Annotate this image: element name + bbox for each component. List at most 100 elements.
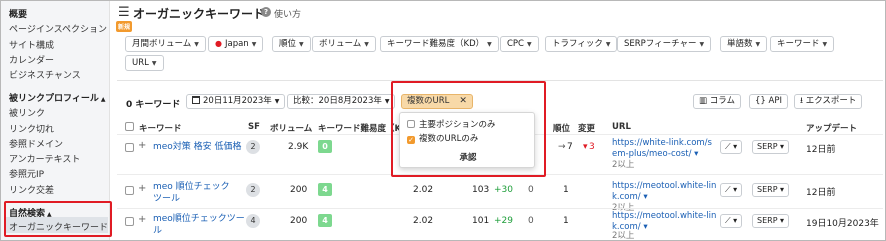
serp-button[interactable]: SERP ▾ bbox=[752, 214, 790, 228]
column-header-position[interactable]: 順位 bbox=[553, 122, 570, 134]
filter-keyword-difficulty[interactable]: キーワード難易度（KD） ▼ bbox=[380, 36, 499, 52]
chevron-down-icon: ▼ bbox=[274, 98, 280, 105]
sidebar-item-site-structure[interactable]: サイト構成 bbox=[9, 38, 54, 51]
sf-badge[interactable]: 4 bbox=[246, 214, 260, 228]
trend-chart-button[interactable]: ⟋ ▾ bbox=[720, 214, 743, 228]
trend-icon: ⟋ ▾ bbox=[725, 216, 738, 225]
column-header-url[interactable]: URL bbox=[612, 122, 631, 132]
api-button[interactable]: {} API bbox=[749, 94, 788, 109]
trend-chart-button[interactable]: ⟋ ▾ bbox=[720, 140, 743, 154]
row-checkbox[interactable] bbox=[125, 143, 134, 152]
keyword-link-cont[interactable]: ツール bbox=[153, 193, 180, 205]
url-more-link[interactable]: 2以上 bbox=[612, 160, 634, 171]
keyword-link[interactable]: meo順位チェックツー bbox=[153, 213, 245, 225]
chevron-down-icon: ▼ bbox=[822, 41, 828, 48]
kd-badge: 0 bbox=[318, 140, 332, 153]
position-arrow: → bbox=[558, 142, 566, 152]
export-button[interactable]: ⭳ エクスポート bbox=[794, 94, 863, 109]
cpc-value: 2.02 bbox=[413, 185, 434, 195]
chip-label: キーワード bbox=[777, 39, 820, 49]
chip-label: URL bbox=[132, 58, 149, 68]
filter-serp-features[interactable]: SERPフィーチャー ▼ bbox=[617, 36, 712, 52]
menu-icon[interactable]: ☰ bbox=[118, 5, 130, 20]
filter-traffic[interactable]: トラフィック ▼ bbox=[545, 36, 618, 52]
column-header-keyword[interactable]: キーワード bbox=[139, 122, 182, 134]
expand-icon[interactable]: + bbox=[138, 183, 146, 194]
filter-country[interactable]: ● Japan ▼ bbox=[208, 36, 264, 52]
change-down-icon: ▾ bbox=[583, 142, 588, 152]
column-header-sf[interactable]: SF bbox=[248, 122, 260, 132]
volume-value: 200 bbox=[290, 216, 308, 226]
url-link-cont[interactable]: k.com/ ▾ bbox=[612, 192, 648, 203]
calendar-icon bbox=[192, 96, 200, 104]
trend-chart-button[interactable]: ⟋ ▾ bbox=[720, 183, 743, 197]
chevron-down-icon: ▼ bbox=[527, 41, 532, 48]
keyword-link-cont[interactable]: ル bbox=[153, 225, 162, 237]
prev-position: 0 bbox=[528, 185, 534, 195]
highlight-box-filter bbox=[391, 81, 546, 177]
filter-word-count[interactable]: 単語数 ▼ bbox=[720, 36, 768, 52]
traffic-change: +30 bbox=[494, 185, 513, 195]
chip-label: 月間ボリューム bbox=[132, 39, 192, 49]
help-link[interactable]: 使い方 bbox=[274, 7, 301, 20]
update-value: 19日10月2023年 bbox=[806, 219, 879, 229]
column-header-change[interactable]: 変更 bbox=[578, 122, 595, 134]
position-value: 1 bbox=[563, 185, 569, 195]
chevron-down-icon: ▼ bbox=[194, 41, 199, 48]
sidebar-item-business-chance[interactable]: ビジネスチャンス bbox=[9, 68, 81, 81]
help-icon[interactable]: ? bbox=[261, 7, 271, 17]
filter-keyword[interactable]: キーワード ▼ bbox=[770, 36, 835, 52]
traffic-change: +29 bbox=[494, 216, 513, 226]
chevron-down-icon: ▼ bbox=[151, 60, 157, 67]
sf-badge[interactable]: 2 bbox=[246, 140, 260, 154]
sidebar-item-referring-ip[interactable]: 参照元IP bbox=[9, 167, 44, 180]
sidebar-item-link-exchange[interactable]: リンク交差 bbox=[9, 183, 54, 196]
keyword-link[interactable]: meo対策 格安 低価格 bbox=[153, 141, 242, 153]
column-header-volume[interactable]: ボリューム bbox=[270, 122, 312, 134]
sidebar-item-page-inspection[interactable]: ページインスペクション bbox=[9, 22, 107, 35]
compare-label: 比較：20日8月2023年 bbox=[293, 96, 382, 106]
filter-cpc[interactable]: CPC ▼ bbox=[500, 36, 539, 52]
date-label: 20日11月2023年 bbox=[203, 96, 272, 106]
row-checkbox[interactable] bbox=[125, 217, 134, 226]
expand-icon[interactable]: + bbox=[138, 140, 146, 151]
columns-button[interactable]: ▥ コラム bbox=[693, 94, 741, 109]
url-link[interactable]: https://meotool.white-lin bbox=[612, 211, 716, 222]
sidebar-section-label: 被リンクプロフィール bbox=[9, 94, 99, 104]
kd-badge: 4 bbox=[318, 183, 332, 196]
sidebar-item-anchor-text[interactable]: アンカーテキスト bbox=[9, 152, 80, 165]
row-checkbox[interactable] bbox=[125, 186, 134, 195]
filter-url[interactable]: URL ▼ bbox=[125, 55, 164, 71]
sidebar-item-overview[interactable]: 概要 bbox=[9, 7, 27, 20]
column-header-update[interactable]: アップデート bbox=[806, 122, 857, 134]
serp-label: SERP bbox=[757, 142, 778, 151]
keyword-link[interactable]: meo 順位チェック bbox=[153, 181, 230, 193]
volume-value: 200 bbox=[290, 185, 308, 195]
sidebar-item-referring-domains[interactable]: 参照ドメイン bbox=[9, 137, 63, 150]
date-picker-button[interactable]: 20日11月2023年 ▼ bbox=[186, 94, 286, 109]
filter-monthly-volume[interactable]: 月間ボリューム ▼ bbox=[125, 36, 206, 52]
serp-button[interactable]: SERP ▾ bbox=[752, 140, 790, 154]
change-value: 3 bbox=[589, 142, 595, 152]
sidebar-section-backlink-profile[interactable]: 被リンクプロフィール ▲ bbox=[9, 91, 105, 104]
url-link[interactable]: https://meotool.white-lin bbox=[612, 181, 716, 192]
expand-icon[interactable]: + bbox=[138, 214, 146, 225]
serp-button[interactable]: SERP ▾ bbox=[752, 183, 790, 197]
url-link-cont[interactable]: em-plus/meo-cost/ ▾ bbox=[612, 149, 698, 160]
chevron-down-icon: ▼ bbox=[605, 41, 611, 48]
columns-label: コラム bbox=[709, 96, 735, 106]
url-link[interactable]: https://white-link.com/s bbox=[612, 138, 712, 149]
sidebar-item-calendar[interactable]: カレンダー bbox=[9, 53, 54, 66]
filter-position[interactable]: 順位 ▼ bbox=[272, 36, 311, 52]
url-more-link[interactable]: 2以上 bbox=[612, 231, 634, 241]
select-all-checkbox[interactable] bbox=[125, 122, 134, 131]
serp-label: SERP bbox=[757, 185, 778, 194]
sidebar-item-backlinks[interactable]: 被リンク bbox=[9, 106, 45, 119]
highlight-box-sidebar bbox=[4, 201, 112, 237]
compare-date-button[interactable]: 比較：20日8月2023年 ▼ bbox=[287, 94, 396, 109]
row-divider bbox=[117, 208, 883, 209]
sidebar-item-broken-links[interactable]: リンク切れ bbox=[9, 122, 54, 135]
sf-badge[interactable]: 2 bbox=[246, 183, 260, 197]
caret-up-icon: ▲ bbox=[100, 96, 106, 103]
filter-volume[interactable]: ボリューム ▼ bbox=[312, 36, 376, 52]
